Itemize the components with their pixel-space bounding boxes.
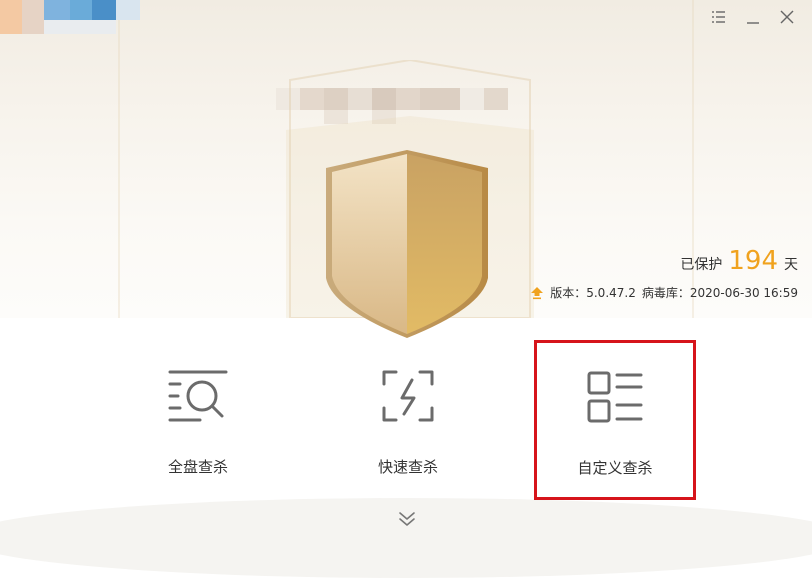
app-logo-obscured: [0, 0, 140, 34]
virus-db-label: 病毒库：2020-06-30 16:59: [641, 286, 798, 300]
decor-line: [118, 0, 120, 318]
quick-scan-button[interactable]: 快速查杀: [328, 340, 488, 498]
full-scan-icon: [168, 370, 228, 422]
menu-icon[interactable]: [708, 6, 730, 28]
full-scan-button[interactable]: 全盘查杀: [118, 340, 278, 498]
shield-icon: [326, 150, 488, 338]
full-scan-label: 全盘查杀: [167, 458, 228, 476]
custom-scan-icon: [587, 371, 643, 423]
protected-suffix: 天: [784, 257, 798, 273]
quick-scan-icon: [382, 370, 434, 422]
protected-prefix: 已保护: [680, 257, 723, 273]
chevron-double-down-icon[interactable]: [397, 510, 417, 528]
version-info: 版本：5.0.47.2 病毒库：2020-06-30 16:59: [530, 284, 798, 301]
protection-status: 已保护 194 天: [680, 246, 798, 276]
minimize-icon[interactable]: [742, 6, 764, 28]
quick-scan-label: 快速查杀: [377, 458, 438, 476]
upgrade-arrow-icon[interactable]: [530, 286, 544, 300]
custom-scan-button[interactable]: 自定义查杀: [534, 340, 696, 500]
custom-scan-label: 自定义查杀: [577, 459, 653, 477]
version-label: 版本：5.0.47.2: [550, 286, 636, 300]
close-icon[interactable]: [776, 6, 798, 28]
protected-days: 194: [728, 246, 778, 276]
